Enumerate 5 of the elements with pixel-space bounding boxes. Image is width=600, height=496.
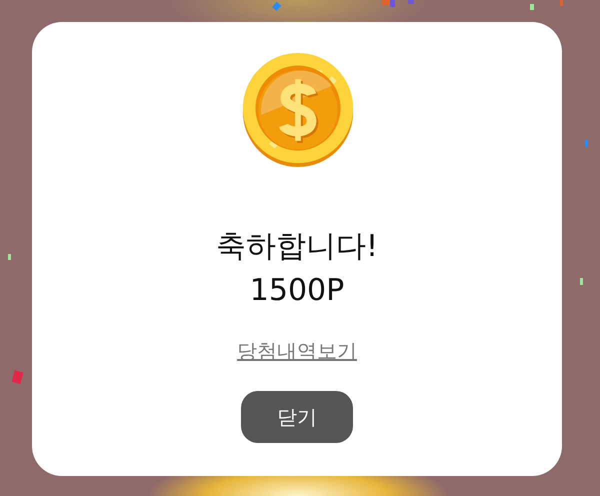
dialog-title: 축하합니다!: [216, 228, 378, 266]
prize-amount: 1500P: [250, 272, 344, 310]
dollar-coin-icon: [240, 50, 356, 170]
close-button[interactable]: 닫기: [241, 391, 353, 443]
history-link[interactable]: 당첨내역보기: [237, 338, 357, 365]
